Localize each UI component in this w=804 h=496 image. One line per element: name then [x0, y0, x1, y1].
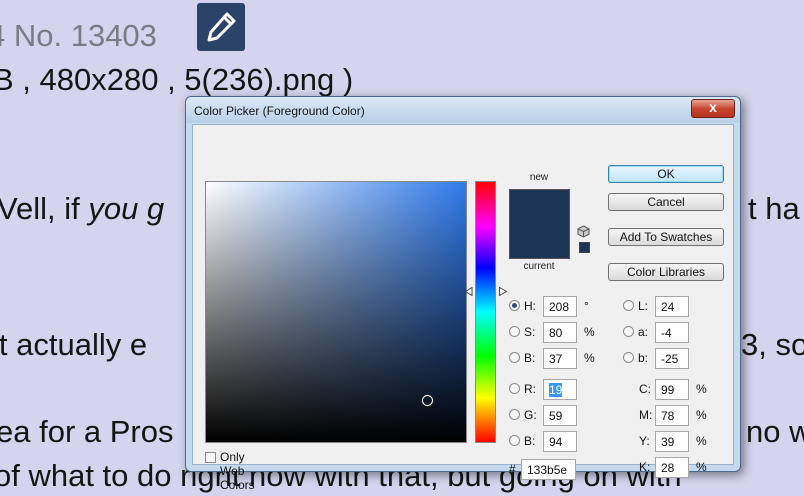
brightness-input[interactable]: 37 [543, 348, 577, 369]
lab-a-input[interactable]: -4 [655, 322, 689, 343]
lab-b-label: b: [638, 351, 649, 365]
red-radio[interactable] [509, 383, 520, 394]
cyan-unit: % [696, 382, 707, 396]
magenta-input[interactable]: 78 [655, 405, 689, 426]
lab-b-radio[interactable] [623, 352, 634, 363]
blue-label: B: [524, 434, 536, 448]
file-info-text: B , 480x280 , 5(236).png ) [0, 62, 354, 97]
color-picker-dialog: Color Picker (Foreground Color) x new cu… [185, 96, 741, 492]
lab-a-label: a: [638, 325, 649, 339]
brightness-label: B: [524, 351, 536, 365]
hex-input[interactable]: 133b5e [521, 459, 576, 480]
hue-input[interactable]: 208 [543, 296, 577, 317]
dialog-client: new current OK Cancel Add To Swatches Co… [192, 124, 734, 492]
lab-b-input[interactable]: -25 [655, 348, 689, 369]
yellow-label: Y: [639, 434, 650, 448]
saturation-unit: % [584, 325, 595, 339]
red-label: R: [524, 382, 536, 396]
green-label: G: [524, 408, 537, 422]
saturation-radio[interactable] [509, 326, 520, 337]
black-input[interactable]: 28 [655, 457, 689, 478]
hue-slider[interactable] [475, 181, 496, 443]
saturation-brightness-field[interactable] [205, 181, 467, 443]
new-label: new [529, 172, 549, 183]
close-button[interactable]: x [691, 99, 735, 118]
hue-unit: ° [584, 299, 589, 313]
post-text-right: 3, so [741, 327, 804, 362]
red-value-selected: 19 [549, 383, 563, 397]
only-web-colors-label: Only Web Colors [220, 450, 255, 492]
saturation-input[interactable]: 80 [543, 322, 577, 343]
add-to-swatches-button[interactable]: Add To Swatches [608, 228, 724, 246]
green-radio[interactable] [509, 409, 520, 420]
hue-arrow-left-icon[interactable] [465, 287, 473, 296]
brightness-radio[interactable] [509, 352, 520, 363]
lab-l-input[interactable]: 24 [655, 296, 689, 317]
cyan-input[interactable]: 99 [655, 379, 689, 400]
magenta-unit: % [696, 408, 707, 422]
brightness-unit: % [584, 351, 595, 365]
post-text-line: ea for a Pros [0, 414, 174, 449]
saturation-label: S: [524, 325, 536, 339]
red-input[interactable]: 19 [543, 379, 577, 400]
lab-l-radio[interactable] [623, 300, 634, 311]
blue-input[interactable]: 94 [543, 431, 577, 452]
hue-arrow-right-icon[interactable] [499, 287, 507, 296]
current-label: current [523, 261, 555, 272]
post-text-right: t ha [748, 191, 800, 226]
color-cursor[interactable] [422, 395, 433, 406]
only-web-colors-checkbox[interactable] [205, 452, 216, 463]
green-input[interactable]: 59 [543, 405, 577, 426]
post-text-right: no w [746, 414, 804, 449]
ok-button[interactable]: OK [608, 165, 724, 183]
post-text-line: Vell, if you g [0, 191, 164, 227]
lab-a-radio[interactable] [623, 326, 634, 337]
dialog-titlebar[interactable]: Color Picker (Foreground Color) x [186, 97, 740, 123]
post-text-line: 't actually e [0, 327, 148, 362]
cyan-label: C: [639, 382, 651, 396]
post-text-emphasis: you g [88, 191, 165, 226]
black-unit: % [696, 460, 707, 474]
cancel-button[interactable]: Cancel [608, 193, 724, 211]
post-number-text: 4 No. 13403 [0, 18, 157, 53]
pencil-icon [207, 12, 236, 42]
color-libraries-button[interactable]: Color Libraries [608, 263, 724, 281]
lab-l-label: L: [638, 299, 649, 313]
yellow-input[interactable]: 39 [655, 431, 689, 452]
hue-label: H: [524, 299, 536, 313]
hue-radio[interactable] [509, 300, 520, 311]
edit-button[interactable] [197, 3, 245, 51]
close-icon: x [709, 99, 717, 115]
post-text-part: Vell, if [0, 191, 89, 226]
web-safe-swatch[interactable] [579, 242, 590, 253]
dialog-title: Color Picker (Foreground Color) [194, 104, 365, 118]
hex-hash-label: # [509, 462, 516, 476]
cube-icon[interactable] [577, 225, 590, 238]
yellow-unit: % [696, 434, 707, 448]
black-label: K: [639, 460, 651, 474]
new-current-swatch[interactable] [509, 189, 570, 259]
blue-radio[interactable] [509, 435, 520, 446]
magenta-label: M: [639, 408, 653, 422]
